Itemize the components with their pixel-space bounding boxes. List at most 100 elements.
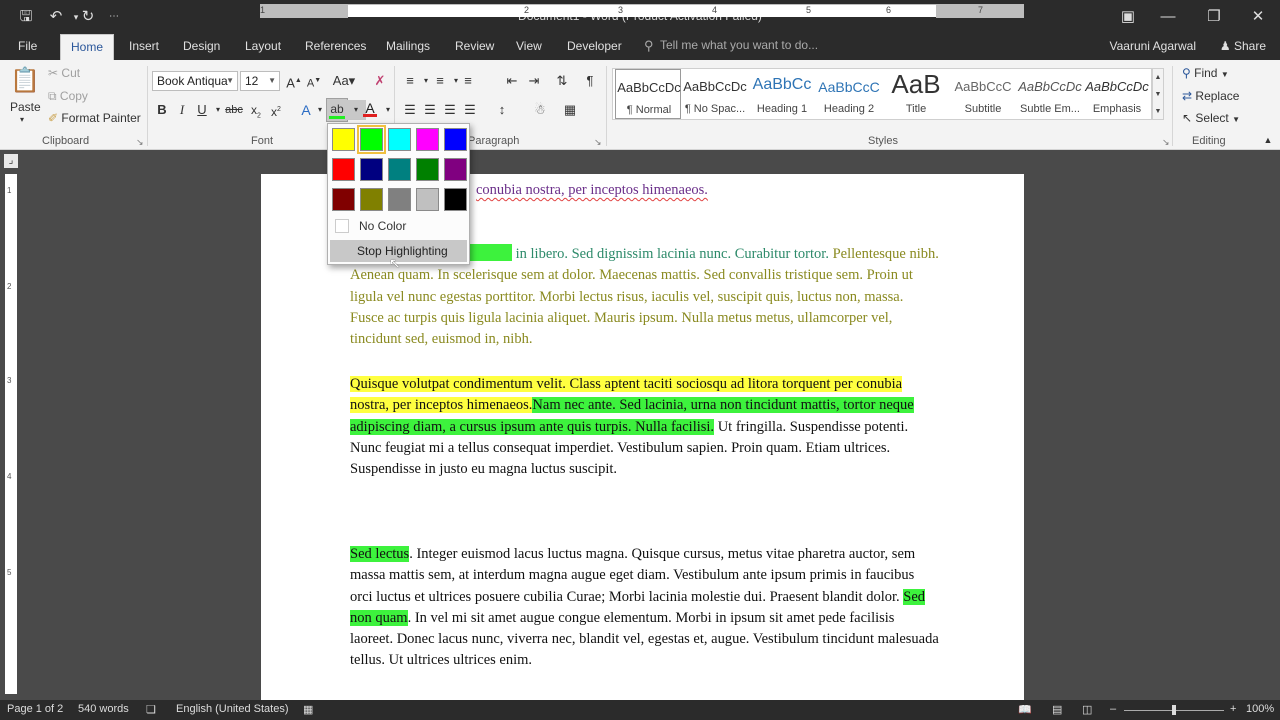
- tab-design[interactable]: Design: [173, 34, 230, 60]
- tab-view[interactable]: View: [506, 34, 552, 60]
- web-layout-icon[interactable]: ◫: [1082, 703, 1092, 716]
- align-left-icon[interactable]: ☰: [400, 100, 420, 120]
- color-swatch[interactable]: [360, 188, 383, 211]
- color-swatch[interactable]: [444, 158, 467, 181]
- style-normal[interactable]: AaBbCcDc ¶ Normal: [615, 69, 681, 119]
- macro-icon[interactable]: ▦: [303, 703, 313, 716]
- paste-dropdown-icon[interactable]: ▾: [20, 115, 24, 124]
- restore-icon[interactable]: ❐: [1194, 4, 1234, 30]
- zoom-level[interactable]: 100%: [1246, 703, 1274, 715]
- tab-insert[interactable]: Insert: [119, 34, 169, 60]
- borders-icon[interactable]: ▦: [560, 100, 580, 120]
- shading-icon[interactable]: ☃: [530, 100, 550, 120]
- superscript-icon[interactable]: x2: [266, 100, 286, 120]
- justify-icon[interactable]: ☰: [460, 100, 480, 120]
- select-button[interactable]: ↖ Select ▼: [1182, 111, 1240, 125]
- color-swatch[interactable]: [444, 128, 467, 151]
- decrease-indent-icon[interactable]: ⇤: [502, 71, 522, 91]
- style-no-spacing[interactable]: AaBbCcDc ¶ No Spac...: [682, 69, 748, 119]
- style-heading-2[interactable]: AaBbCcC Heading 2: [816, 69, 882, 119]
- tab-review[interactable]: Review: [445, 34, 504, 60]
- cut-button[interactable]: ✂ Cut: [48, 66, 80, 80]
- font-color-dropdown-icon[interactable]: ▾: [378, 100, 398, 120]
- shrink-font-icon[interactable]: A▼: [304, 71, 324, 91]
- sort-icon[interactable]: ⇅: [552, 71, 572, 91]
- clipboard-launcher-icon[interactable]: ↘: [136, 137, 144, 148]
- styles-gallery-scroll[interactable]: ▲ ▼ ▼: [1152, 68, 1164, 120]
- chevron-down-icon[interactable]: ▼: [1153, 86, 1163, 103]
- paragraph-launcher-icon[interactable]: ↘: [594, 137, 602, 148]
- italic-icon[interactable]: I: [172, 100, 192, 120]
- user-name[interactable]: Vaaruni Agarwal: [1110, 39, 1197, 53]
- color-swatch[interactable]: [388, 158, 411, 181]
- subscript-icon[interactable]: x2: [246, 100, 266, 120]
- style-title[interactable]: AaB Title: [883, 69, 949, 119]
- color-swatch[interactable]: [332, 188, 355, 211]
- ribbon-display-options-icon[interactable]: ▣: [1108, 4, 1148, 30]
- align-center-icon[interactable]: ☰: [420, 100, 440, 120]
- no-color-option[interactable]: No Color: [330, 215, 467, 237]
- color-swatch[interactable]: [332, 128, 355, 151]
- line-spacing-icon[interactable]: ↕: [492, 100, 512, 120]
- paste-button[interactable]: Paste: [10, 100, 41, 114]
- language[interactable]: English (United States): [176, 703, 289, 715]
- share-button[interactable]: ♟ Share: [1214, 37, 1272, 55]
- style-subtle-emphasis[interactable]: AaBbCcDc Subtle Em...: [1017, 69, 1083, 119]
- color-swatch[interactable]: [360, 158, 383, 181]
- close-icon[interactable]: ✕: [1238, 4, 1278, 30]
- zoom-out-icon[interactable]: –: [1110, 703, 1116, 715]
- color-swatch[interactable]: [357, 125, 386, 154]
- format-painter-button[interactable]: ✐ Format Painter: [48, 111, 141, 125]
- read-mode-icon[interactable]: 📖: [1018, 703, 1032, 716]
- color-swatch[interactable]: [416, 188, 439, 211]
- page-count[interactable]: Page 1 of 2: [7, 703, 63, 715]
- tab-developer[interactable]: Developer: [557, 34, 632, 60]
- proofing-icon[interactable]: ❏: [146, 703, 156, 716]
- tab-mailings[interactable]: Mailings: [376, 34, 440, 60]
- replace-button[interactable]: ⇄ Replace: [1182, 89, 1239, 103]
- font-size-combo[interactable]: 12 ▼: [240, 71, 280, 91]
- multilevel-list-icon[interactable]: ≡: [458, 71, 478, 91]
- bold-icon[interactable]: B: [152, 100, 172, 120]
- font-name-combo[interactable]: Book Antiqua ▼: [152, 71, 238, 91]
- style-subtitle[interactable]: AaBbCcC Subtitle: [950, 69, 1016, 119]
- font-color-icon[interactable]: A: [360, 98, 380, 118]
- copy-button[interactable]: ⧉ Copy: [48, 89, 88, 104]
- zoom-slider[interactable]: [1124, 705, 1224, 715]
- tab-home[interactable]: Home: [60, 34, 115, 60]
- styles-launcher-icon[interactable]: ↘: [1162, 137, 1170, 148]
- tab-layout[interactable]: Layout: [235, 34, 291, 60]
- paragraph-0[interactable]: conubia nostra, per inceptos himenaeos.: [476, 180, 876, 201]
- collapse-ribbon-icon[interactable]: ▲: [1258, 130, 1278, 150]
- horizontal-ruler[interactable]: 1 2 3 4 5 6 7: [260, 4, 1024, 18]
- style-emphasis[interactable]: AaBbCcDc Emphasis: [1084, 69, 1150, 119]
- tab-references[interactable]: References: [295, 34, 376, 60]
- minimize-icon[interactable]: —: [1148, 4, 1188, 30]
- grow-font-icon[interactable]: A▲: [284, 71, 304, 91]
- align-right-icon[interactable]: ☰: [440, 100, 460, 120]
- show-formatting-marks-icon[interactable]: ¶: [580, 71, 600, 91]
- tab-file[interactable]: File: [8, 34, 47, 60]
- paragraph-2[interactable]: Quisque volutpat condimentum velit. Clas…: [350, 374, 940, 480]
- color-swatch[interactable]: [332, 158, 355, 181]
- word-count[interactable]: 540 words: [78, 703, 129, 715]
- strikethrough-icon[interactable]: abc: [224, 100, 244, 120]
- color-swatch[interactable]: [416, 158, 439, 181]
- find-button[interactable]: ⚲ Find ▼: [1182, 66, 1229, 80]
- color-swatch[interactable]: [388, 188, 411, 211]
- color-swatch[interactable]: [416, 128, 439, 151]
- zoom-in-icon[interactable]: +: [1230, 703, 1236, 715]
- style-heading-1[interactable]: AaBbCc Heading 1: [749, 69, 815, 119]
- color-swatch[interactable]: [444, 188, 467, 211]
- print-layout-icon[interactable]: ▤: [1052, 703, 1062, 716]
- more-styles-icon[interactable]: ▼: [1153, 103, 1163, 120]
- vertical-ruler[interactable]: 1 2 3 4 5: [5, 174, 17, 694]
- tell-me-search[interactable]: Tell me what you want to do...: [660, 38, 818, 52]
- zoom-slider-thumb[interactable]: [1172, 705, 1176, 715]
- color-swatch[interactable]: [388, 128, 411, 151]
- text-highlight-color-button[interactable]: ab: [326, 98, 348, 122]
- paste-icon[interactable]: 📋: [10, 66, 40, 96]
- tab-selector-icon[interactable]: ⌟: [4, 154, 18, 168]
- increase-indent-icon[interactable]: ⇥: [524, 71, 544, 91]
- clear-formatting-icon[interactable]: ✗: [370, 71, 390, 91]
